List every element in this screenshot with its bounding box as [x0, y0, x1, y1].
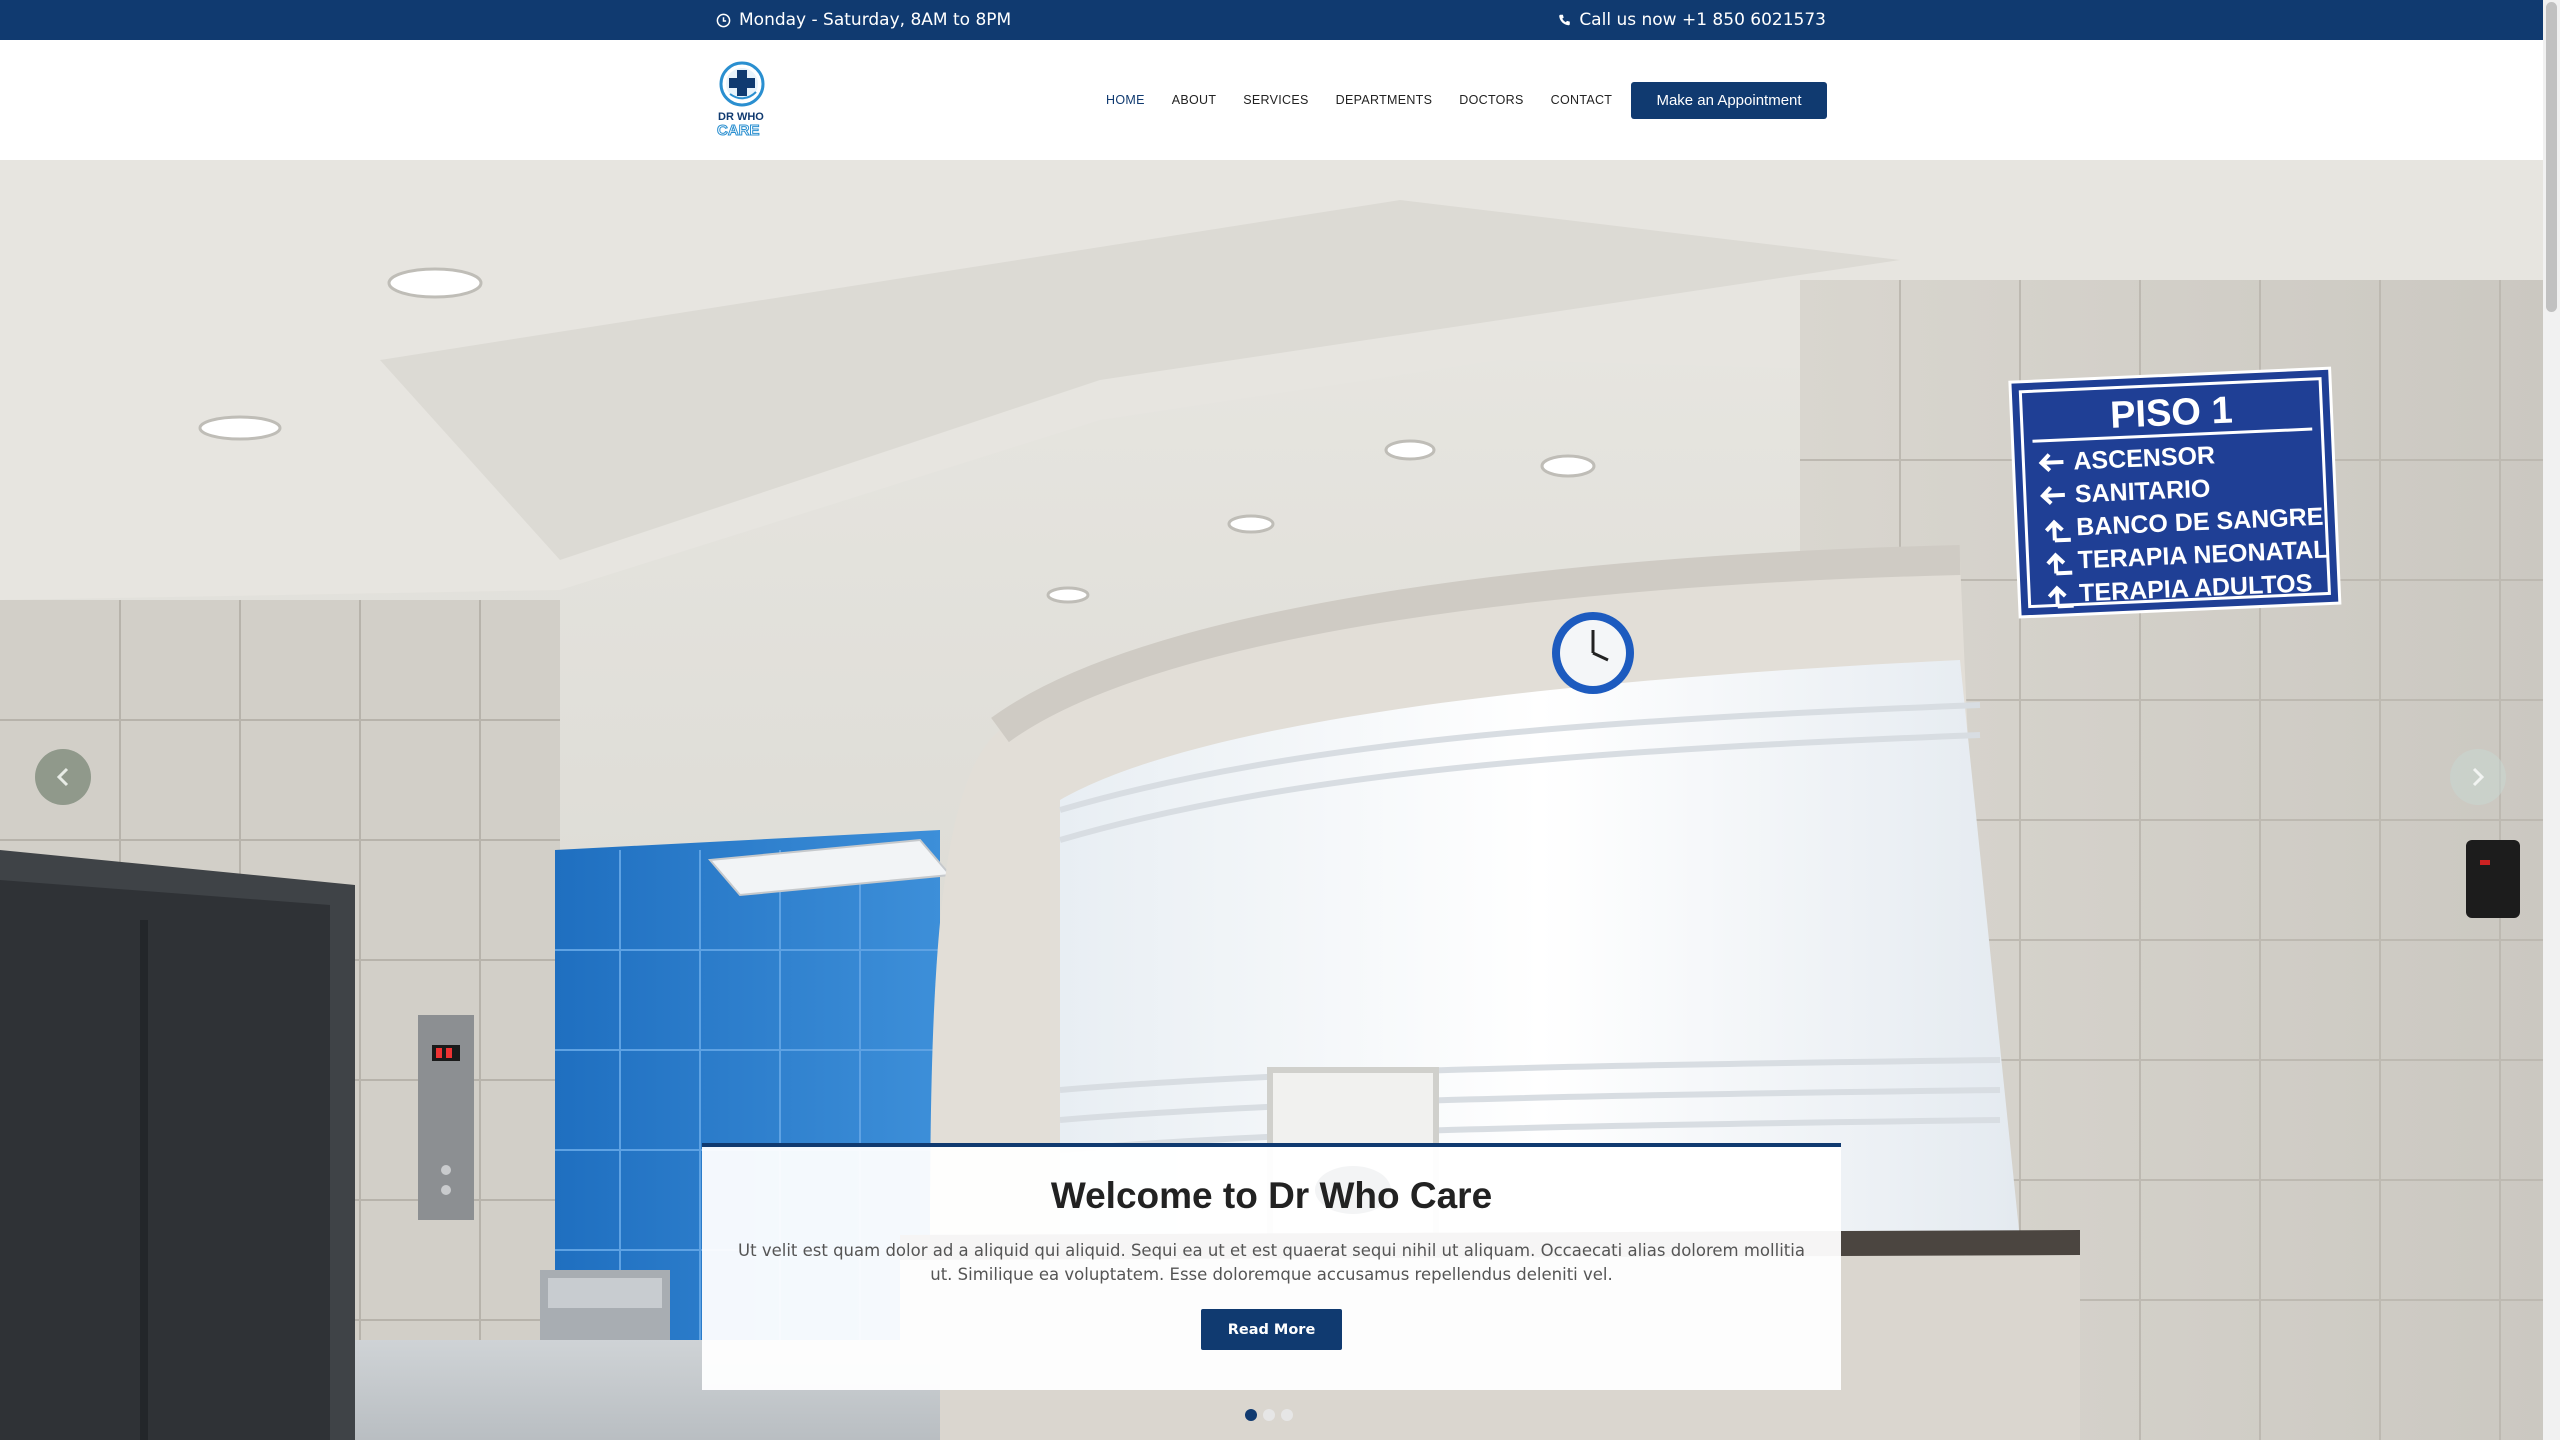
page-scrollbar[interactable]	[2543, 0, 2560, 1440]
opening-hours: Monday - Saturday, 8AM to 8PM	[716, 0, 1011, 40]
logo[interactable]: DR WHO CARE	[716, 60, 772, 140]
top-bar: Monday - Saturday, 8AM to 8PM Call us no…	[0, 0, 2543, 40]
chevron-left-icon	[56, 767, 69, 787]
slider-next-button[interactable]	[2450, 749, 2506, 805]
clock-icon	[716, 13, 731, 28]
nav-services[interactable]: SERVICES	[1243, 93, 1308, 107]
slider-prev-button[interactable]	[35, 749, 91, 805]
slide-dot-3[interactable]	[1281, 1409, 1293, 1421]
welcome-card: Welcome to Dr Who Care Ut velit est quam…	[702, 1143, 1841, 1390]
make-appointment-button[interactable]: Make an Appointment	[1631, 82, 1827, 119]
slider-pagination	[1245, 1409, 1293, 1421]
hero-slider: PISO 1 ASCENSOR SANITARIO BANCO DE SANGR…	[0, 160, 2543, 1440]
site-header: DR WHO CARE HOME ABOUT SERVICES DEPARTME…	[0, 40, 2543, 161]
nav-doctors[interactable]: DOCTORS	[1459, 93, 1523, 107]
sign-title: PISO 1	[2109, 390, 2233, 437]
floor-directory-sign: PISO 1 ASCENSOR SANITARIO BANCO DE SANGR…	[2008, 366, 2342, 619]
slide-dot-2[interactable]	[1263, 1409, 1275, 1421]
phone-icon	[1558, 13, 1571, 27]
nav-home[interactable]: HOME	[1106, 93, 1145, 107]
logo-line-2: CARE	[717, 122, 760, 139]
phone-contact[interactable]: Call us now +1 850 6021573	[1558, 0, 1826, 40]
hero-description: Ut velit est quam dolor ad a aliquid qui…	[738, 1241, 1805, 1284]
nav-contact[interactable]: CONTACT	[1551, 93, 1613, 107]
scrollbar-thumb[interactable]	[2546, 2, 2557, 312]
chevron-right-icon	[2472, 767, 2485, 787]
sign-line-2: SANITARIO	[2074, 475, 2211, 509]
phone-text: Call us now +1 850 6021573	[1579, 10, 1826, 30]
nav-departments[interactable]: DEPARTMENTS	[1336, 93, 1433, 107]
opening-hours-text: Monday - Saturday, 8AM to 8PM	[739, 10, 1012, 30]
slide-dot-1[interactable]	[1245, 1409, 1257, 1421]
hero-title: Welcome to Dr Who Care	[1050, 1175, 1493, 1216]
read-more-button[interactable]: Read More	[1201, 1309, 1342, 1350]
nav-about[interactable]: ABOUT	[1172, 93, 1217, 107]
main-nav: HOME ABOUT SERVICES DEPARTMENTS DOCTORS …	[1106, 40, 1639, 160]
